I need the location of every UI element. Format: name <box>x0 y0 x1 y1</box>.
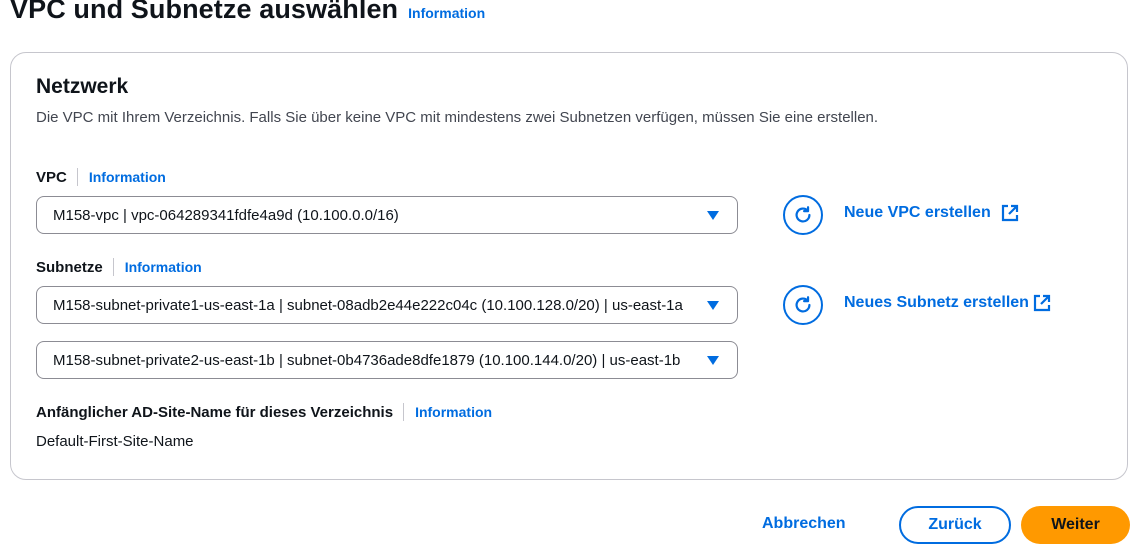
refresh-icon <box>795 296 811 313</box>
subnet-select-1[interactable]: M158-subnet-private1-us-east-1a | subnet… <box>36 286 738 324</box>
label-divider <box>112 258 114 276</box>
page-title: VPC und Subnetze auswählen <box>10 0 399 24</box>
subnets-label: Subnetze <box>36 258 103 276</box>
section-description: Die VPC mit Ihrem Verzeichnis. Falls Sie… <box>36 109 879 126</box>
header-info-link[interactable]: Information <box>408 5 485 21</box>
ad-site-info-link[interactable]: Information <box>415 404 492 420</box>
subnet-select-1-value: M158-subnet-private1-us-east-1a | subnet… <box>53 296 683 314</box>
ad-site-label: Anfänglicher AD-Site-Name für dieses Ver… <box>36 403 394 421</box>
vpc-refresh-button[interactable] <box>783 195 823 235</box>
vpc-select-value: M158-vpc | vpc-064289341fdfe4a9d (10.100… <box>53 206 399 224</box>
back-button[interactable]: Zurück <box>899 506 1011 544</box>
external-link-icon <box>1001 204 1018 222</box>
subnets-label-row: Subnetze Information <box>36 258 202 276</box>
create-vpc-link[interactable]: Neue VPC erstellen <box>844 204 1019 222</box>
vpc-select[interactable]: M158-vpc | vpc-064289341fdfe4a9d (10.100… <box>36 196 738 234</box>
caret-down-icon <box>707 355 719 365</box>
subnet-select-2[interactable]: M158-subnet-private2-us-east-1b | subnet… <box>36 341 738 379</box>
next-button[interactable]: Weiter <box>1021 506 1130 544</box>
subnet-select-2-value: M158-subnet-private2-us-east-1b | subnet… <box>53 351 681 369</box>
caret-down-icon <box>707 300 719 310</box>
create-vpc-label: Neue VPC erstellen <box>844 204 991 221</box>
create-subnet-link[interactable]: Neues Subnetz erstellen <box>844 294 1051 312</box>
subnet-refresh-button[interactable] <box>783 285 823 325</box>
ad-site-value: Default-First-Site-Name <box>36 433 194 450</box>
vpc-info-link[interactable]: Information <box>89 169 166 185</box>
subnets-info-link[interactable]: Information <box>125 259 202 275</box>
label-divider <box>76 168 78 186</box>
refresh-icon <box>795 206 811 223</box>
section-title: Netzwerk <box>36 75 129 98</box>
cancel-button[interactable]: Abbrechen <box>762 515 846 533</box>
vpc-label-row: VPC Information <box>36 168 166 186</box>
page-header: VPC und Subnetze auswählen Information <box>10 0 485 25</box>
page: VPC und Subnetze auswählen Information N… <box>0 0 1143 550</box>
label-divider <box>403 403 405 421</box>
network-container: Netzwerk Die VPC mit Ihrem Verzeichnis. … <box>10 52 1128 480</box>
vpc-label: VPC <box>36 168 67 186</box>
external-link-icon <box>1033 294 1051 312</box>
ad-site-label-row: Anfänglicher AD-Site-Name für dieses Ver… <box>36 403 492 421</box>
caret-down-icon <box>707 210 719 220</box>
create-subnet-label: Neues Subnetz erstellen <box>844 294 1029 311</box>
